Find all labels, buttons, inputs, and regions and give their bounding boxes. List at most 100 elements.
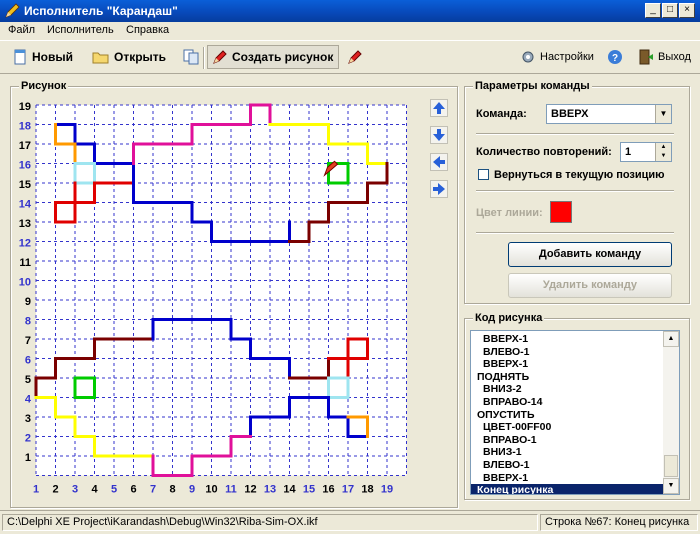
x-axis-label: 4 — [91, 484, 98, 496]
code-line[interactable]: ВВЕРХ-1 — [471, 333, 528, 346]
repeat-spinner[interactable]: 1 ▲ ▼ — [620, 142, 672, 162]
x-axis-label: 14 — [283, 484, 296, 496]
scroll-thumb[interactable] — [664, 455, 678, 477]
y-axis-label: 7 — [25, 335, 31, 347]
add-command-button[interactable]: Добавить команду — [508, 242, 672, 267]
x-axis-label: 15 — [303, 484, 315, 496]
y-axis-label: 9 — [25, 296, 31, 308]
vertical-scrollbar[interactable]: ▲ ▼ — [663, 331, 679, 494]
command-value: ВВЕРХ — [551, 108, 589, 120]
return-checkbox[interactable] — [478, 169, 489, 180]
repeat-label: Количество повторений: — [476, 146, 612, 158]
code-line[interactable]: ЦВЕТ-00FF00 — [471, 421, 551, 434]
x-axis-label: 5 — [111, 484, 117, 496]
draw-run-button[interactable] — [343, 45, 371, 69]
code-line[interactable]: ВПРАВО-14 — [471, 396, 542, 409]
help-button[interactable]: ? — [603, 45, 631, 69]
y-axis-label: 14 — [19, 199, 32, 211]
y-axis-label: 18 — [19, 121, 31, 133]
code-line[interactable]: ОПУСТИТЬ — [471, 409, 535, 422]
pencil-draw-icon — [213, 50, 227, 64]
code-line[interactable]: ВВЕРХ-1 — [471, 358, 528, 371]
x-axis-label: 8 — [169, 484, 175, 496]
close-button[interactable]: × — [679, 3, 695, 18]
exit-label: Выход — [658, 51, 691, 63]
y-axis-label: 15 — [19, 179, 31, 191]
pencil-app-icon — [5, 3, 20, 18]
x-axis-label: 3 — [72, 484, 78, 496]
code-line[interactable]: Конец рисунка — [471, 484, 665, 494]
exit-button[interactable]: Выход — [634, 45, 695, 69]
settings-icon — [522, 51, 534, 63]
title-bar: Исполнитель "Карандаш" _ □ × — [0, 0, 700, 22]
menu-help[interactable]: Справка — [126, 24, 169, 36]
help-icon: ? — [608, 50, 622, 64]
scroll-down-icon[interactable]: ▼ — [663, 478, 679, 494]
status-line: Строка №67: — [545, 516, 612, 528]
drawing-canvas[interactable]: 191817161514131211109876543211 2 3 4 5 6 7 8 9 10… — [11, 80, 426, 504]
settings-button[interactable]: Настройки — [516, 45, 598, 69]
minimize-button[interactable]: _ — [645, 3, 661, 18]
y-axis-label: 13 — [19, 218, 31, 230]
y-axis-label: 12 — [19, 238, 31, 250]
x-axis-label: 18 — [361, 484, 373, 496]
code-line[interactable]: ПОДНЯТЬ — [471, 371, 529, 384]
new-file-icon — [14, 49, 26, 65]
repeat-value: 1 — [625, 146, 632, 158]
scroll-up-icon[interactable]: ▲ — [663, 331, 679, 347]
line-color-swatch[interactable] — [550, 201, 572, 223]
code-line[interactable]: ВНИЗ-1 — [471, 446, 522, 459]
y-axis-label: 2 — [25, 433, 31, 445]
arrow-down-icon — [433, 129, 445, 141]
code-listbox[interactable]: ВВЕРХ-1 ВЛЕВО-1 ВВЕРХ-1 ПОДНЯТЬ ВНИЗ-2 ВПРАВО… — [470, 330, 680, 495]
status-bar: C:\Delphi XE Project\iKarandash\Debug\Wi… — [0, 510, 700, 534]
arrow-right-icon — [433, 183, 445, 195]
code-line[interactable]: ВВЕРХ-1 — [471, 472, 528, 485]
open-button[interactable]: Открыть — [88, 45, 170, 69]
new-button[interactable]: Новый — [8, 45, 77, 69]
status-position: Строка №67: Конец рисунка — [540, 514, 698, 531]
x-axis-label: 10 — [205, 484, 217, 496]
code-line[interactable]: ВПРАВО-1 — [471, 434, 537, 447]
toolbar: Новый Открыть Создать рисунок Настройки … — [0, 40, 700, 74]
x-axis-label: 13 — [264, 484, 276, 496]
spin-up-icon[interactable]: ▲ — [655, 143, 671, 152]
menu-executor[interactable]: Исполнитель — [47, 24, 114, 36]
spin-down-icon[interactable]: ▼ — [655, 152, 671, 161]
move-down-button[interactable] — [430, 126, 448, 144]
red-pencil-icon — [348, 50, 362, 64]
svg-text:?: ? — [612, 53, 618, 64]
code-line[interactable]: ВНИЗ-2 — [471, 383, 522, 396]
create-label: Создать рисунок — [232, 50, 334, 64]
move-up-button[interactable] — [430, 99, 448, 117]
y-axis-label: 3 — [25, 413, 31, 425]
arrow-up-icon — [433, 102, 445, 114]
y-axis-label: 11 — [19, 257, 31, 269]
chevron-down-icon[interactable]: ▼ — [655, 105, 671, 123]
return-label: Вернуться в текущую позицию — [494, 169, 665, 181]
create-drawing-button[interactable]: Создать рисунок — [207, 45, 339, 69]
x-axis-label: 16 — [322, 484, 334, 496]
y-axis-label: 6 — [25, 355, 31, 367]
params-divider-3 — [476, 232, 674, 234]
canvas-background — [36, 105, 407, 476]
x-axis-label: 2 — [52, 484, 58, 496]
maximize-button[interactable]: □ — [662, 3, 678, 18]
y-axis-label: 5 — [25, 374, 31, 386]
code-line[interactable]: ВЛЕВО-1 — [471, 459, 530, 472]
code-line[interactable]: ВЛЕВО-1 — [471, 346, 530, 359]
params-divider — [476, 133, 674, 135]
params-divider-2 — [476, 190, 674, 192]
x-axis-label: 1 — [33, 484, 39, 496]
y-axis-label: 10 — [19, 277, 31, 289]
y-axis-label: 4 — [25, 394, 32, 406]
y-axis-label: 16 — [19, 160, 31, 172]
move-left-button[interactable] — [430, 153, 448, 171]
y-axis-label: 8 — [25, 316, 31, 328]
move-right-button[interactable] — [430, 180, 448, 198]
line-color-label: Цвет линии: — [476, 207, 543, 219]
menu-file[interactable]: Файл — [8, 24, 35, 36]
command-select[interactable]: ВВЕРХ ▼ — [546, 104, 672, 124]
code-group-title: Код рисунка — [473, 312, 545, 324]
delete-command-button[interactable]: Удалить команду — [508, 273, 672, 298]
